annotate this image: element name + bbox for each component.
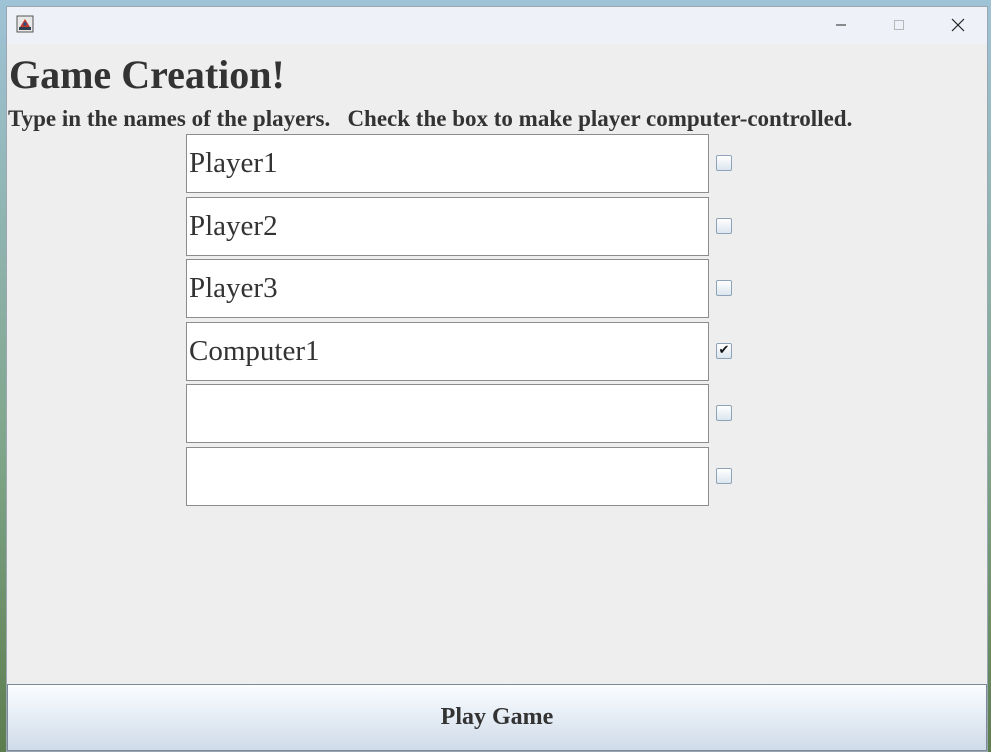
game-creation-window: Game Creation! Type in the names of the … — [6, 6, 988, 752]
computer-checkbox[interactable] — [716, 405, 732, 421]
player-name-field[interactable] — [186, 259, 709, 318]
player-name-field[interactable] — [186, 384, 709, 443]
player-row — [186, 259, 746, 319]
maximize-icon — [894, 20, 904, 30]
computer-checkbox[interactable] — [716, 468, 732, 484]
close-icon — [951, 18, 965, 32]
minimize-button[interactable] — [818, 7, 864, 43]
checkmark-icon: ✔ — [718, 343, 730, 358]
play-game-label: Play Game — [440, 704, 554, 730]
page-title: Game Creation! — [9, 52, 285, 97]
computer-checkbox[interactable] — [716, 218, 732, 234]
player-name-field[interactable] — [186, 134, 709, 193]
player-name-field[interactable] — [186, 197, 709, 256]
computer-checkbox[interactable] — [716, 280, 732, 296]
close-button[interactable] — [935, 7, 981, 43]
title-bar[interactable] — [7, 7, 987, 44]
player-name-field[interactable] — [186, 447, 709, 506]
player-row — [186, 384, 746, 444]
player-row — [186, 197, 746, 257]
player-row — [186, 447, 746, 507]
computer-checkbox[interactable] — [716, 155, 732, 171]
player-row: ✔ — [186, 322, 746, 382]
play-game-button[interactable]: Play Game — [7, 684, 987, 751]
player-name-field[interactable] — [186, 322, 709, 381]
instructions-text: Type in the names of the players. Check … — [8, 106, 853, 131]
java-app-icon — [16, 15, 34, 33]
maximize-button[interactable] — [876, 7, 922, 43]
player-row — [186, 134, 746, 194]
computer-checkbox[interactable]: ✔ — [716, 343, 732, 359]
minimize-icon — [836, 24, 846, 26]
